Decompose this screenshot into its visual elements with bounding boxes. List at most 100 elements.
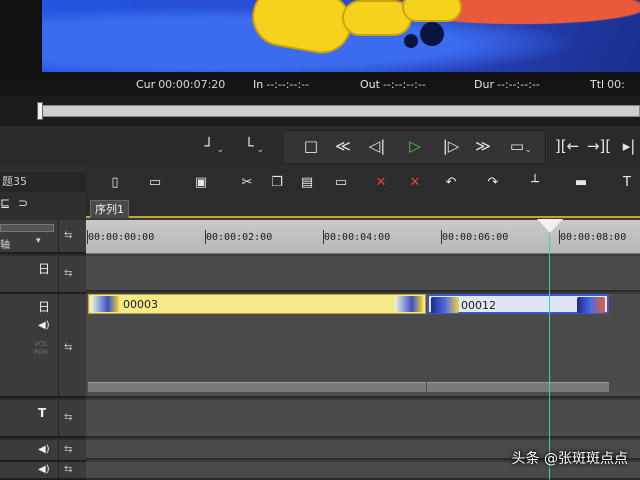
out-timecode: Out --:--:--:-- [360,78,426,91]
audio-track-header-1: ◀) ⇆ [0,440,86,462]
av-track-header: 日 ◀) VOL PAN ⇆ [0,294,86,398]
title-track-header: T ⇆ [0,400,86,438]
sync-icon[interactable]: ⇆ [64,342,72,353]
project-title: 题35 [0,172,86,192]
speaker-icon[interactable]: ◀) [38,464,50,475]
link-toggle-icon[interactable]: ⊃ [18,196,28,210]
audio-sub-bar[interactable] [88,382,426,392]
master-track-header: 轴 ▾ ⇆ [0,220,86,254]
dur-timecode: Dur --:--:--:-- [474,78,540,91]
marker-icon[interactable]: ┴ [524,172,546,194]
go-in-icon[interactable]: ][← [554,134,580,158]
export-icon[interactable]: ▬ [570,172,592,194]
fast-forward-icon[interactable]: ≫ [470,134,496,158]
header-divider [58,400,59,436]
text-tool-icon[interactable]: T [616,172,638,194]
sync-icon[interactable]: ⇆ [64,412,72,423]
clip-name: 00012 [461,299,496,312]
video-track-row-1[interactable] [86,256,640,292]
snap-icon[interactable]: ⊑ [0,196,10,210]
scrub-handle[interactable] [37,102,43,120]
speaker-icon[interactable]: ◀) [38,444,50,455]
ruler-tick [323,230,324,244]
ruler-label: 00:00:08:00 [560,232,627,243]
new-file-icon[interactable]: ▯ [104,172,126,194]
header-divider [58,220,59,252]
preview-video-frame [42,0,640,72]
sync-icon[interactable]: ⇆ [64,230,72,241]
balloon-dot [420,22,444,46]
copy-icon[interactable]: ❐ [266,172,288,194]
delete-icon[interactable]: ✕ [370,172,392,194]
balloon-shape [402,0,462,22]
redo-icon[interactable]: ↷ [482,172,504,194]
title-track-row[interactable] [86,400,640,438]
chevron-down-icon[interactable]: ▾ [36,236,41,246]
go-out-icon[interactable]: →][ [586,134,612,158]
header-divider [58,440,59,460]
clip-thumbnail [91,296,119,312]
sync-icon[interactable]: ⇆ [64,268,72,279]
undo-icon[interactable]: ↶ [440,172,462,194]
playhead-handle[interactable] [537,219,563,233]
clip-00003[interactable]: 00003 [88,294,426,314]
ruler-label: 00:00:00:00 [88,232,155,243]
transport-bar: ┘ ⌄ └ ⌄ □ ≪ ◁| ▷ |▷ ≫ ▭ ⌄ ][← →][ ▸| [0,126,640,166]
video-track-icon[interactable]: 日 [38,298,50,315]
ruler-label: 00:00:06:00 [442,232,509,243]
speaker-icon[interactable]: ◀) [38,320,50,331]
zoom-slider[interactable] [0,224,54,232]
ruler-label: 00:00:02:00 [206,232,273,243]
audio-track-header-2: ◀) ⇆ [0,462,86,480]
timecode-strip: Cur 00:00:07:20 In --:--:--:-- Out --:--:--… [0,74,640,96]
loop-icon[interactable]: ▭ ⌄ [504,134,532,158]
tab-sequence-1[interactable]: 序列1 [90,200,129,218]
audio-sub-bar[interactable] [427,382,609,392]
track-header-panel: 题35 ⊑ ⊃ 轴 ▾ ⇆ 日 ⇆ 日 ◀) VOL PAN ⇆ T ⇆ ◀) … [0,166,86,480]
rewind-icon[interactable]: ≪ [330,134,356,158]
cut-icon[interactable]: ✂ [236,172,258,194]
stop-icon[interactable]: □ [298,134,324,158]
in-timecode: In --:--:--:-- [253,78,310,91]
play-icon[interactable]: ▷ [402,134,428,158]
trim-icon[interactable]: ▸| [616,134,640,158]
mark-in-icon[interactable]: ┘ ⌄ [196,134,224,158]
ripple-delete-icon[interactable]: ✕ [404,172,426,194]
sync-icon[interactable]: ⇆ [64,464,72,475]
balloon-dot [404,34,418,48]
video-track-icon[interactable]: 日 [38,260,50,277]
track-label-partial: 轴 [0,240,10,251]
paste-icon[interactable]: ▤ [296,172,318,194]
ruler-tick [441,230,442,244]
watermark: 头条 @张斑斑点点 [511,451,628,467]
header-divider [58,256,59,292]
clip-thumbnail [577,297,605,313]
av-track-row[interactable]: 00003 00012 [86,294,640,398]
title-track-icon[interactable]: T [38,406,46,420]
playhead-line[interactable] [549,220,550,480]
save-icon[interactable]: ▣ [190,172,212,194]
clip-00012[interactable]: 00012 [427,294,609,314]
header-divider [58,462,59,478]
header-divider [58,294,59,396]
vol-pan-label: VOL PAN [34,340,49,356]
scrub-bar[interactable] [0,96,640,126]
video-track-header-1: 日 ⇆ [0,256,86,294]
clip-thumbnail [395,296,423,312]
balloon-shape [247,0,357,59]
mark-out-icon[interactable]: └ ⌄ [236,134,264,158]
ruler-tick [205,230,206,244]
sequence-tab-row: 序列1 [86,198,640,218]
ruler-tick [87,230,88,244]
cur-timecode: Cur 00:00:07:20 [136,78,226,91]
open-folder-icon[interactable]: ▭ [144,172,166,194]
clip-name: 00003 [123,298,158,311]
step-forward-icon[interactable]: |▷ [438,134,464,158]
timeline-toolbar: ▯ ▭ ▣ ✂ ❐ ▤ ▭ ✕ ✕ ↶ ↷ ┴ ▬ T [86,166,640,198]
sync-icon[interactable]: ⇆ [64,444,72,455]
ruler-label: 00:00:04:00 [324,232,391,243]
preview-panel [0,0,640,74]
scrub-track[interactable] [40,105,640,117]
step-back-icon[interactable]: ◁| [364,134,390,158]
replace-icon[interactable]: ▭ [330,172,352,194]
